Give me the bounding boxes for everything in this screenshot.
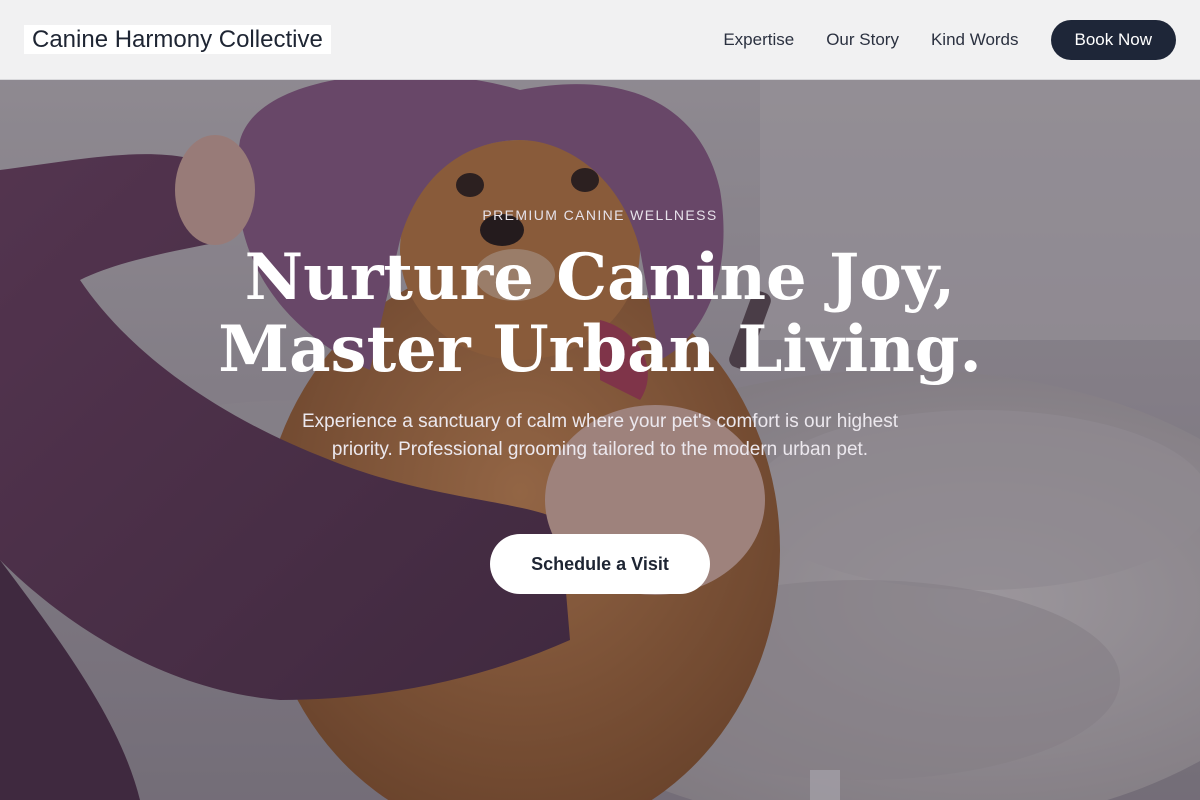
hero-eyebrow: PREMIUM CANINE WELLNESS	[482, 207, 718, 223]
schedule-visit-button[interactable]: Schedule a Visit	[490, 534, 710, 594]
nav-link-kind-words[interactable]: Kind Words	[931, 30, 1019, 50]
book-now-button[interactable]: Book Now	[1050, 20, 1176, 60]
hero-headline: Nurture Canine Joy, Master Urban Living.	[100, 242, 1100, 386]
nav-link-our-story[interactable]: Our Story	[826, 30, 899, 50]
hero-headline-line-2: Master Urban Living.	[218, 312, 982, 387]
nav-links: Expertise Our Story Kind Words Book Now	[723, 20, 1176, 60]
landing-page: Canine Harmony Collective Expertise Our …	[0, 0, 1200, 800]
hero-section: PREMIUM CANINE WELLNESS Nurture Canine J…	[0, 80, 1200, 800]
hero-headline-line-1: Nurture Canine Joy,	[244, 240, 956, 315]
hero-subtext: Experience a sanctuary of calm where you…	[301, 411, 899, 460]
nav-link-expertise[interactable]: Expertise	[723, 30, 794, 50]
top-navbar: Canine Harmony Collective Expertise Our …	[0, 0, 1200, 80]
brand-logo[interactable]: Canine Harmony Collective	[24, 25, 331, 54]
